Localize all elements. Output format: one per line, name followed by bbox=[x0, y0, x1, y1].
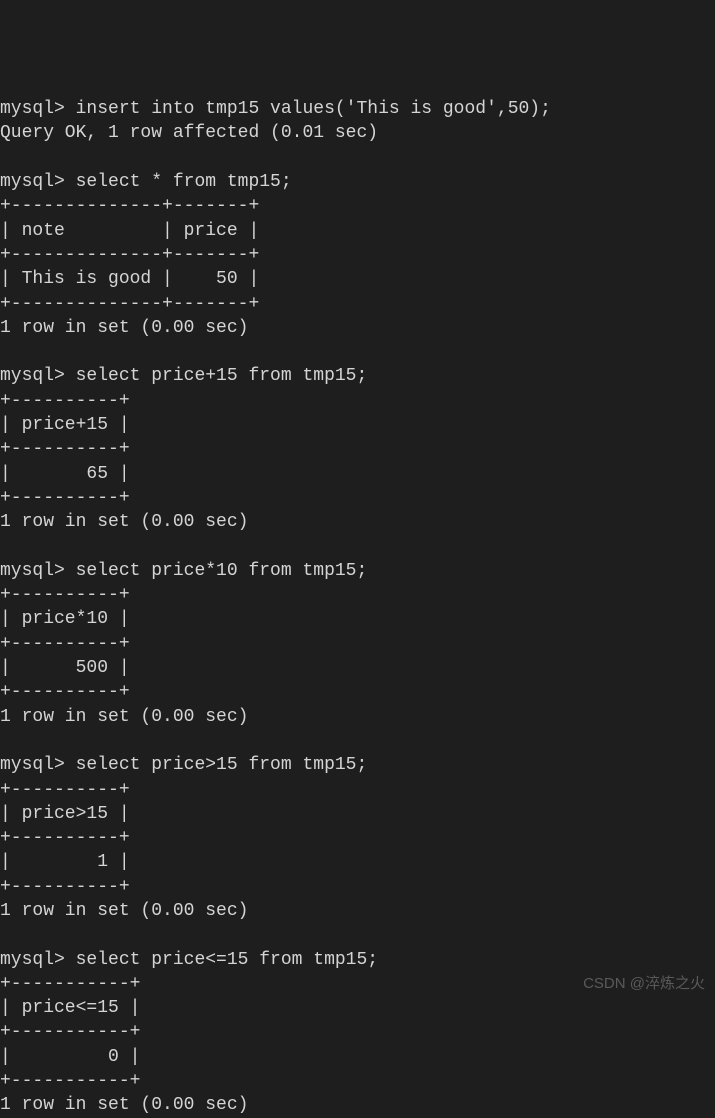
table-border: +----------+ bbox=[0, 877, 130, 897]
table-row: | 0 | bbox=[0, 1047, 140, 1067]
watermark: CSDN @淬炼之火 bbox=[583, 974, 705, 994]
result-footer: 1 row in set (0.00 sec) bbox=[0, 512, 248, 532]
table-border: +--------------+-------+ bbox=[0, 196, 259, 216]
result-footer: 1 row in set (0.00 sec) bbox=[0, 1095, 248, 1115]
prompt: mysql> bbox=[0, 755, 65, 775]
table-border: +----------+ bbox=[0, 391, 130, 411]
table-header: | price>15 | bbox=[0, 804, 130, 824]
prompt: mysql> bbox=[0, 99, 65, 119]
table-border: +--------------+-------+ bbox=[0, 294, 259, 314]
command-select-all: select * from tmp15; bbox=[76, 172, 292, 192]
table-row: | 65 | bbox=[0, 464, 130, 484]
table-border: +--------------+-------+ bbox=[0, 245, 259, 265]
table-border: +----------+ bbox=[0, 780, 130, 800]
command-select-plus: select price+15 from tmp15; bbox=[76, 366, 368, 386]
table-border: +----------+ bbox=[0, 634, 130, 654]
table-border: +-----------+ bbox=[0, 1071, 140, 1091]
table-header: | price*10 | bbox=[0, 609, 130, 629]
table-border: +-----------+ bbox=[0, 974, 140, 994]
result-footer: 1 row in set (0.00 sec) bbox=[0, 318, 248, 338]
prompt: mysql> bbox=[0, 366, 65, 386]
table-border: +----------+ bbox=[0, 585, 130, 605]
prompt: mysql> bbox=[0, 561, 65, 581]
table-header: | price<=15 | bbox=[0, 998, 140, 1018]
table-border: +-----------+ bbox=[0, 1022, 140, 1042]
table-row: | 1 | bbox=[0, 852, 130, 872]
command-select-gt: select price>15 from tmp15; bbox=[76, 755, 368, 775]
table-row: | 500 | bbox=[0, 658, 130, 678]
prompt: mysql> bbox=[0, 172, 65, 192]
table-header: | note | price | bbox=[0, 221, 259, 241]
prompt: mysql> bbox=[0, 950, 65, 970]
insert-result: Query OK, 1 row affected (0.01 sec) bbox=[0, 123, 378, 143]
table-row: | This is good | 50 | bbox=[0, 269, 259, 289]
command-select-lte: select price<=15 from tmp15; bbox=[76, 950, 378, 970]
table-border: +----------+ bbox=[0, 488, 130, 508]
table-border: +----------+ bbox=[0, 439, 130, 459]
table-header: | price+15 | bbox=[0, 415, 130, 435]
command-insert: insert into tmp15 values('This is good',… bbox=[76, 99, 551, 119]
table-border: +----------+ bbox=[0, 682, 130, 702]
command-select-mult: select price*10 from tmp15; bbox=[76, 561, 368, 581]
result-footer: 1 row in set (0.00 sec) bbox=[0, 707, 248, 727]
table-border: +----------+ bbox=[0, 828, 130, 848]
result-footer: 1 row in set (0.00 sec) bbox=[0, 901, 248, 921]
